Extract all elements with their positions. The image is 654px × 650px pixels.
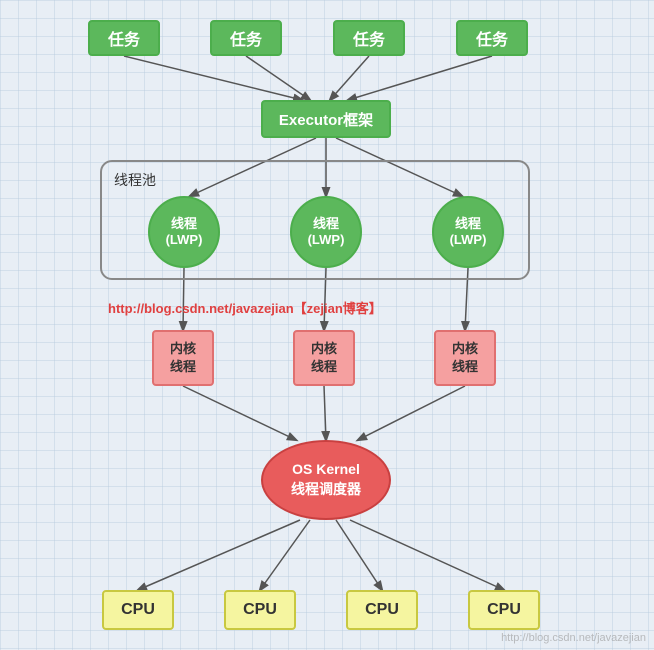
thread-circle-1: 线程 (LWP)	[148, 196, 220, 268]
kernel-thread-2: 内核 线程	[293, 330, 355, 386]
os-kernel: OS Kernel 线程调度器	[261, 440, 391, 520]
arrows-svg	[0, 0, 654, 650]
diagram: 任务 任务 任务 任务 Executor框架 线程池 线程 (LWP) 线程 (…	[0, 0, 654, 650]
cpu-box-2: CPU	[224, 590, 296, 630]
task-box-1: 任务	[88, 20, 160, 56]
task-box-3: 任务	[333, 20, 405, 56]
executor-box: Executor框架	[261, 100, 391, 138]
thread-circle-2: 线程 (LWP)	[290, 196, 362, 268]
watermark: http://blog.csdn.net/javazejian	[501, 632, 646, 644]
cpu-box-3: CPU	[346, 590, 418, 630]
cpu-box-4: CPU	[468, 590, 540, 630]
cpu-box-1: CPU	[102, 590, 174, 630]
thread-circle-3: 线程 (LWP)	[432, 196, 504, 268]
pool-label: 线程池	[114, 170, 156, 190]
kernel-thread-3: 内核 线程	[434, 330, 496, 386]
task-box-2: 任务	[210, 20, 282, 56]
blog-link: http://blog.csdn.net/javazejian【zejian博客…	[108, 298, 382, 317]
task-box-4: 任务	[456, 20, 528, 56]
kernel-thread-1: 内核 线程	[152, 330, 214, 386]
